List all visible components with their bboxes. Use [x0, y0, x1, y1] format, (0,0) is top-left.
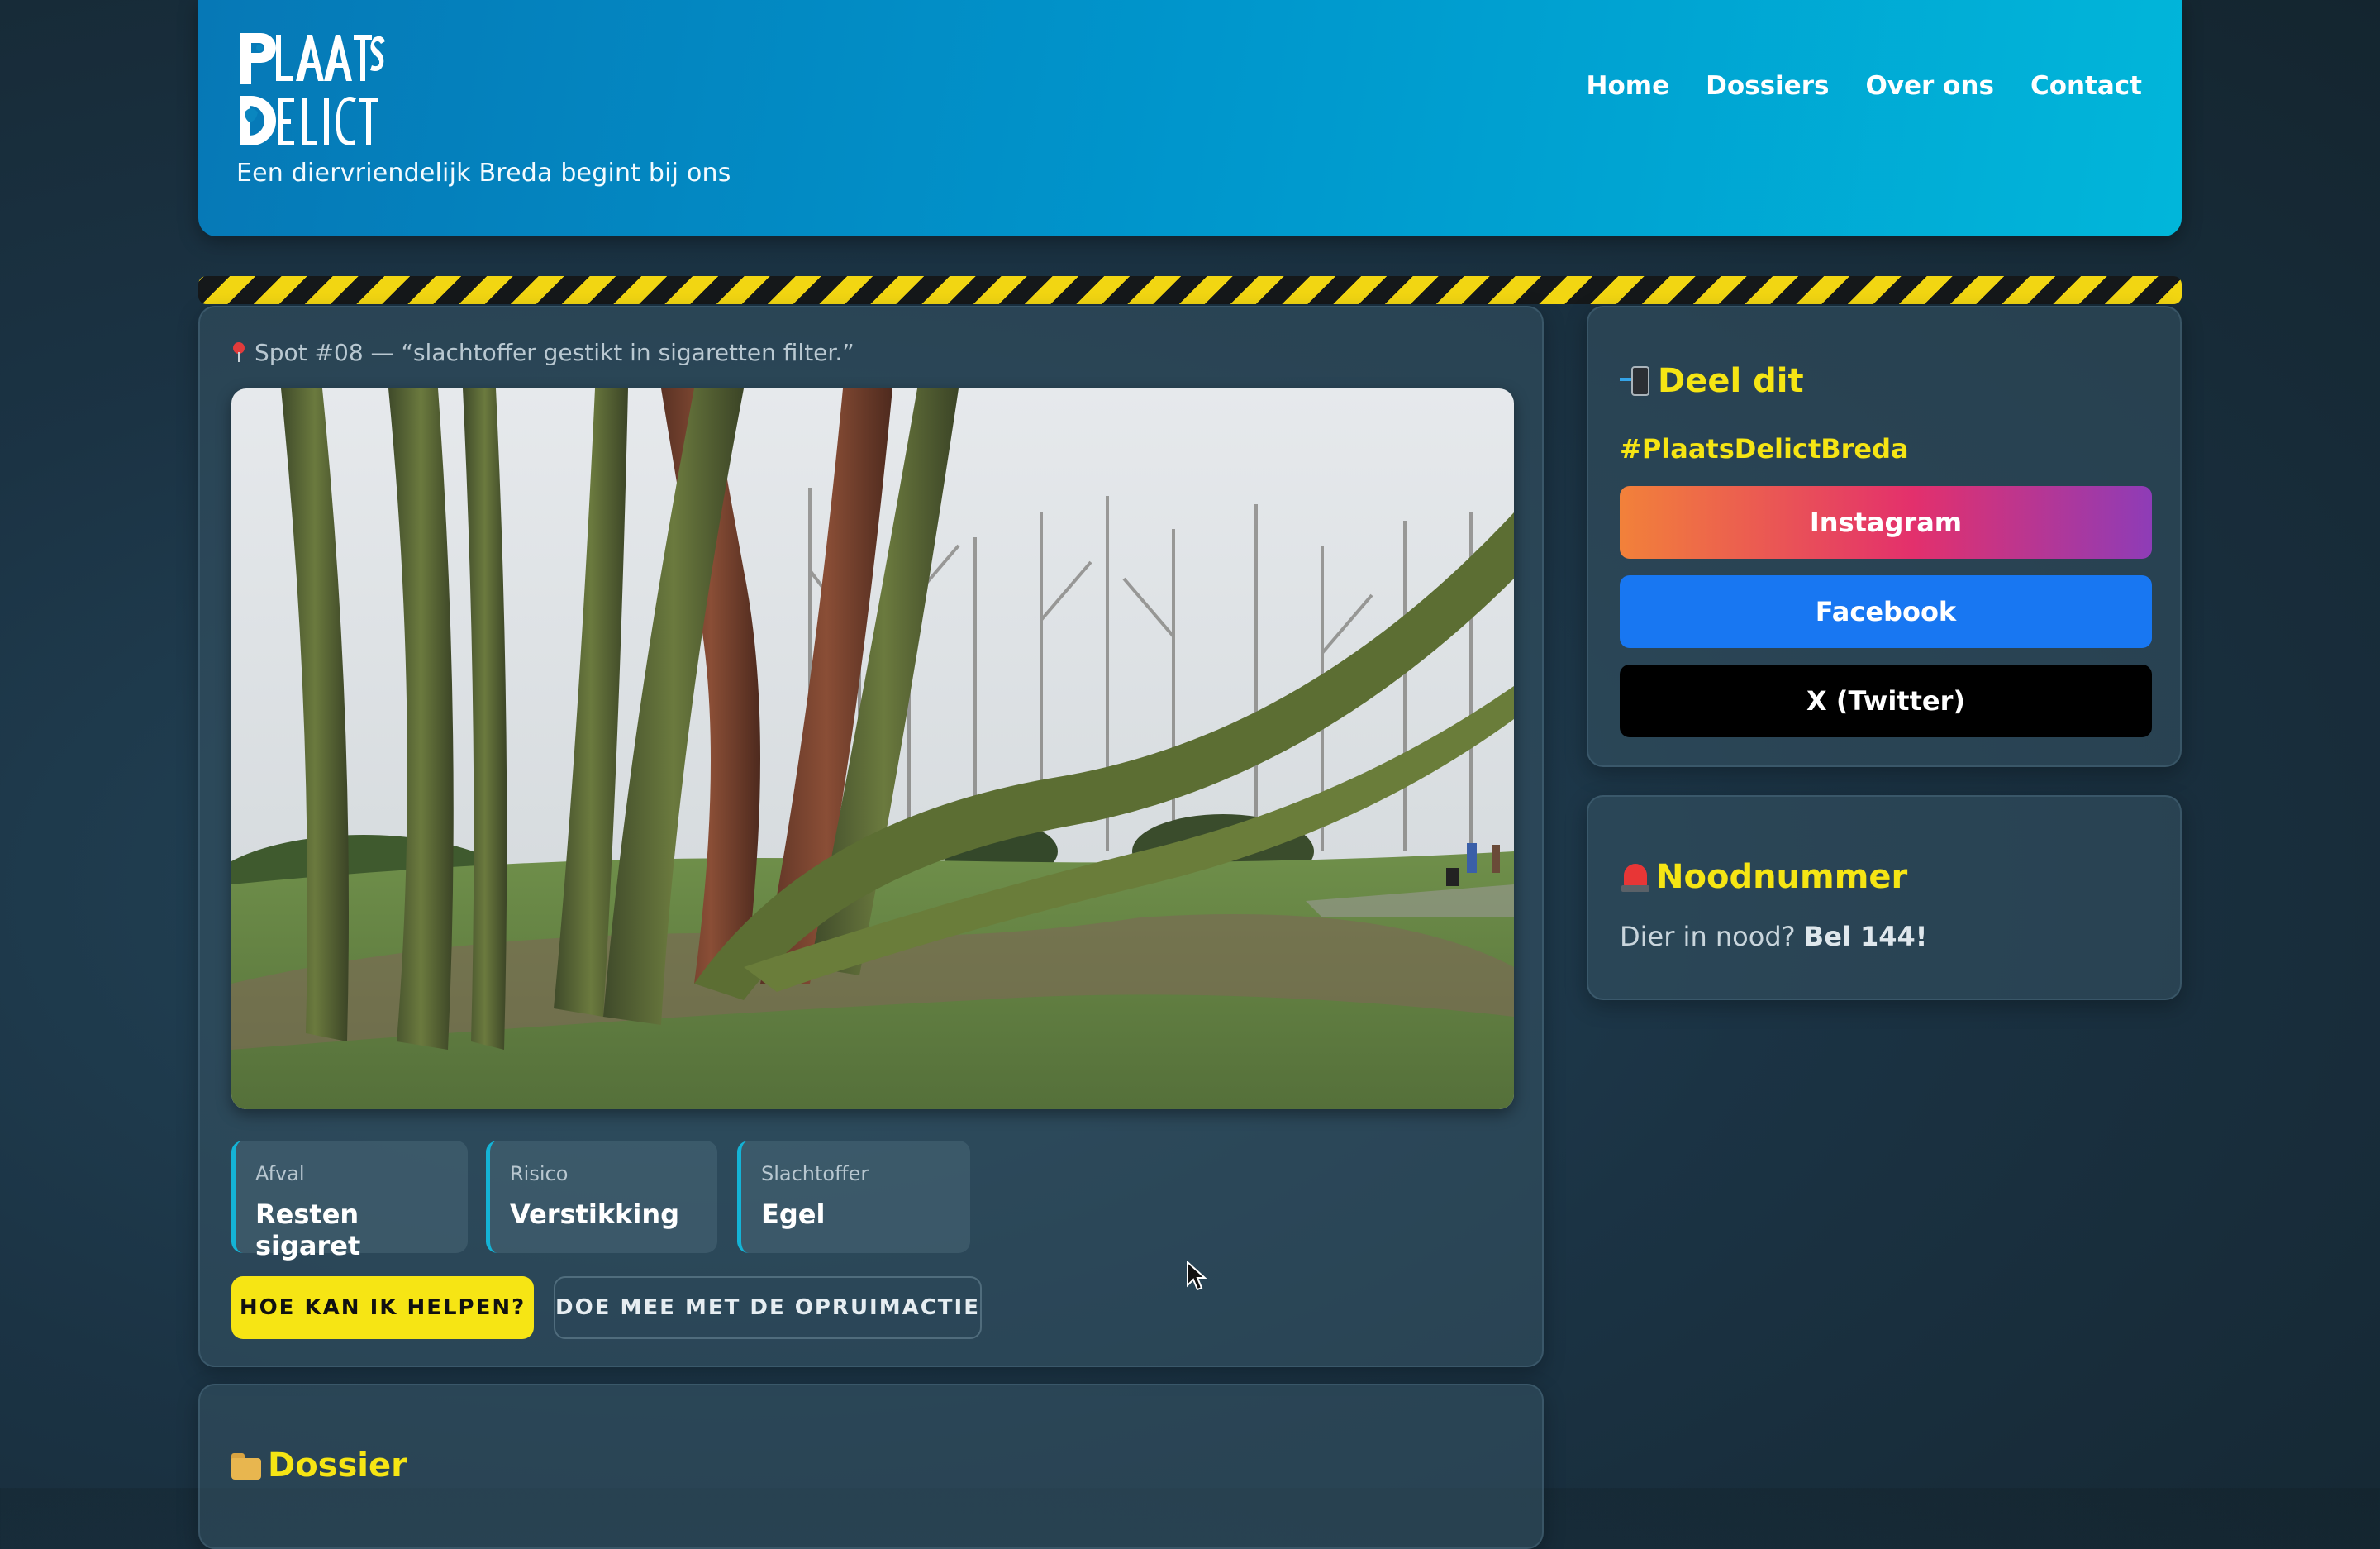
main-nav: Home Dossiers Over ons Contact	[1587, 71, 2142, 101]
stat-afval: Afval Resten sigaret	[231, 1141, 468, 1261]
how-can-i-help-button[interactable]: HOE KAN IK HELPEN?	[231, 1276, 534, 1339]
stat-value: Verstikking	[510, 1199, 680, 1230]
spot-card: Spot #08 — “slachtoffer gestikt in sigar…	[198, 306, 1544, 1367]
share-instagram-button[interactable]: Instagram	[1620, 486, 2152, 559]
stat-value: Resten sigaret	[255, 1199, 361, 1261]
stat-risico: Risico Verstikking	[486, 1141, 717, 1253]
stat-label: Afval	[255, 1162, 305, 1185]
nav-dossiers[interactable]: Dossiers	[1706, 71, 1829, 101]
siren-icon	[1620, 860, 1651, 894]
hashtag: #PlaatsDelictBreda	[1620, 433, 1909, 465]
nav-over-ons[interactable]: Over ons	[1865, 71, 1993, 101]
dossier-title: Dossier	[230, 1447, 407, 1485]
caution-tape-divider	[198, 276, 2182, 304]
nav-contact[interactable]: Contact	[2030, 71, 2142, 101]
spot-label: Spot #08 — “slachtoffer gestikt in sigar…	[255, 339, 854, 366]
site-tagline: Een diervriendelijk Breda begint bij ons	[236, 159, 731, 188]
folder-icon	[230, 1451, 263, 1480]
mobile-phone-arrow-icon	[1620, 365, 1653, 398]
emergency-text: Dier in nood? Bel 144!	[1620, 921, 1927, 952]
pin-icon	[231, 342, 246, 362]
dossier-title-text: Dossier	[268, 1447, 407, 1485]
page: Een diervriendelijk Breda begint bij ons…	[198, 0, 2182, 1549]
park-photo-illustration	[231, 388, 1514, 1109]
nav-home[interactable]: Home	[1587, 71, 1670, 101]
plaats-delict-logo[interactable]	[236, 30, 385, 154]
spot-photo	[231, 388, 1514, 1109]
stat-label: Slachtoffer	[761, 1162, 869, 1185]
mouse-cursor-icon	[1187, 1261, 1207, 1291]
emergency-number[interactable]: Bel 144!	[1804, 921, 1928, 952]
emergency-title: Noodnummer	[1620, 858, 1907, 896]
share-title-text: Deel dit	[1658, 362, 1804, 400]
site-header: Een diervriendelijk Breda begint bij ons…	[198, 0, 2182, 236]
join-cleanup-button[interactable]: DOE MEE MET DE OPRUIMACTIE	[554, 1276, 982, 1339]
share-title: Deel dit	[1620, 362, 1804, 400]
dossier-card: Dossier	[198, 1384, 1544, 1549]
emergency-card: Noodnummer Dier in nood? Bel 144!	[1587, 795, 2182, 1000]
spot-heading: Spot #08 — “slachtoffer gestikt in sigar…	[231, 339, 854, 366]
share-facebook-button[interactable]: Facebook	[1620, 575, 2152, 648]
stat-label: Risico	[510, 1162, 569, 1185]
share-card: Deel dit #PlaatsDelictBreda Instagram Fa…	[1587, 306, 2182, 767]
stat-slachtoffer: Slachtoffer Egel	[737, 1141, 970, 1253]
share-twitter-button[interactable]: X (Twitter)	[1620, 665, 2152, 737]
emergency-title-text: Noodnummer	[1656, 858, 1908, 896]
emergency-prefix: Dier in nood?	[1620, 921, 1796, 952]
stat-value: Egel	[761, 1199, 826, 1230]
